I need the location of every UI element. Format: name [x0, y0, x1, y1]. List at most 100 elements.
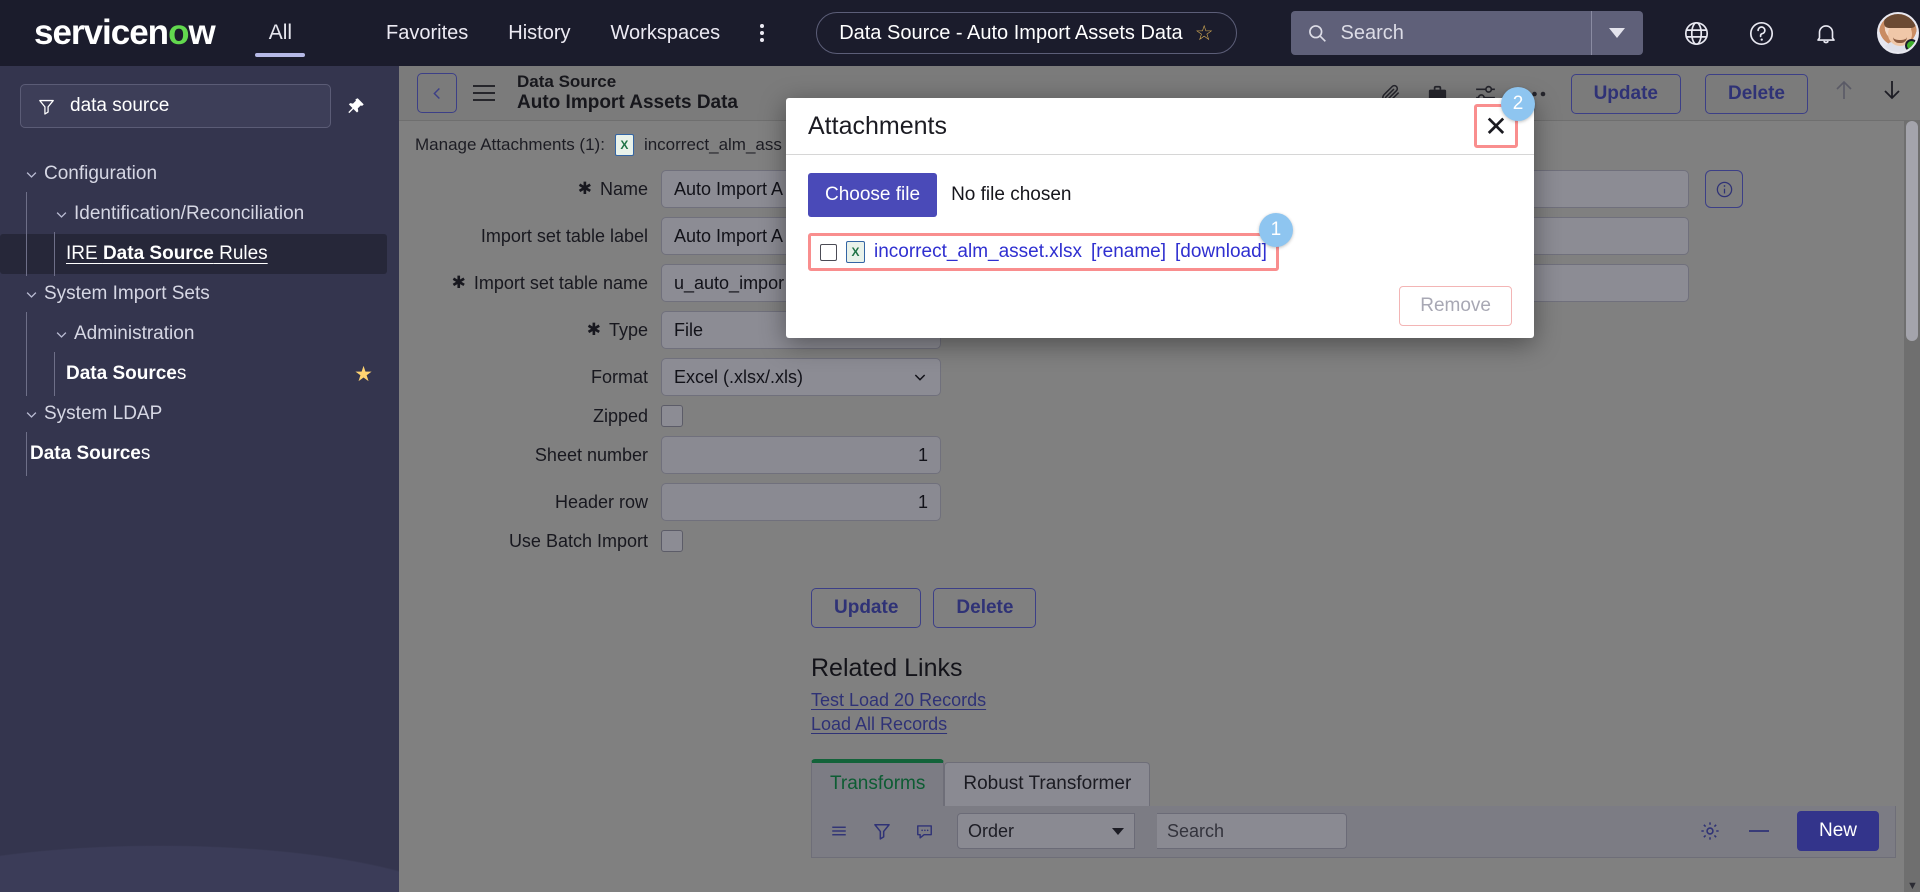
- attachment-rename-link[interactable]: [rename]: [1091, 241, 1166, 263]
- chevron-down-icon: [914, 374, 926, 381]
- tree-guide-line: [54, 232, 55, 276]
- close-icon[interactable]: ✕ 2: [1474, 87, 1535, 148]
- favorite-star-icon[interactable]: ☆: [1195, 21, 1214, 46]
- nav-history[interactable]: History: [508, 22, 570, 45]
- nav-workspaces[interactable]: Workspaces: [611, 22, 721, 45]
- sidebar-label-pre: IRE: [66, 243, 103, 264]
- all-menu-tab[interactable]: All: [257, 0, 304, 66]
- gear-icon[interactable]: [1699, 820, 1721, 842]
- avatar[interactable]: [1876, 12, 1919, 54]
- help-icon[interactable]: [1748, 20, 1775, 47]
- form-label-text: Type: [608, 319, 648, 340]
- attachment-download-link[interactable]: [download]: [1175, 241, 1267, 263]
- sidebar-label: Identification/Reconciliation: [74, 203, 305, 224]
- choose-file-button[interactable]: Choose file: [808, 173, 938, 217]
- form-row-zipped: Zipped: [399, 405, 1920, 427]
- back-button[interactable]: [417, 73, 457, 113]
- sidebar-label: System LDAP: [44, 403, 163, 424]
- related-link-load-all[interactable]: Load All Records: [811, 713, 1920, 737]
- attachments-dialog: Attachments ✕ 2 Choose file No file chos…: [786, 87, 1535, 338]
- format-select[interactable]: Excel (.xlsx/.xls): [661, 358, 941, 396]
- info-icon[interactable]: [1705, 170, 1743, 208]
- pin-icon[interactable]: [331, 96, 379, 117]
- update-button[interactable]: Update: [811, 588, 922, 628]
- global-search-input[interactable]: Search: [1290, 11, 1591, 55]
- filter-icon[interactable]: [872, 821, 892, 841]
- sidebar-item-system-import-sets[interactable]: System Import Sets: [0, 274, 399, 314]
- sidebar-filter-input[interactable]: data source: [20, 84, 331, 128]
- sidebar-item-data-sources-import[interactable]: Data Sources ★: [0, 352, 399, 396]
- current-record-pill[interactable]: Data Source - Auto Import Assets Data ☆: [816, 12, 1237, 54]
- globe-icon[interactable]: [1683, 20, 1710, 47]
- chevron-down-icon: [18, 287, 44, 302]
- related-links-title: Related Links: [811, 654, 963, 682]
- sidebar-label-match: Data Source: [66, 363, 177, 384]
- use-batch-import-checkbox[interactable]: [661, 530, 683, 552]
- sidebar-filter-value: data source: [70, 95, 170, 116]
- tab-transforms[interactable]: Transforms: [811, 758, 945, 806]
- delete-button[interactable]: Delete: [933, 588, 1037, 628]
- minimize-icon[interactable]: [1747, 828, 1771, 834]
- sidebar-item-ire-data-source-rules[interactable]: IRE Data Source Rules: [0, 232, 387, 276]
- sidebar-item-data-sources-ldap[interactable]: Data Sources: [0, 432, 399, 476]
- attachment-checkbox[interactable]: [820, 243, 837, 261]
- form-label-text: Use Batch Import: [508, 530, 648, 551]
- sidebar-label: IRE Data Source Rules: [66, 243, 268, 265]
- update-button-header[interactable]: Update: [1570, 73, 1681, 114]
- record-menu-icon[interactable]: [473, 85, 495, 101]
- nav-more-icon[interactable]: [760, 24, 765, 42]
- sheet-number-input[interactable]: 1: [661, 436, 941, 474]
- sidebar-label-post: Rules: [213, 243, 268, 264]
- manage-attachments-filename[interactable]: incorrect_alm_ass: [644, 135, 782, 155]
- sidebar-item-administration[interactable]: Administration: [0, 312, 399, 356]
- required-asterisk-icon: ✱: [577, 179, 592, 198]
- chevron-down-icon: [18, 167, 44, 182]
- zipped-checkbox[interactable]: [661, 405, 683, 427]
- scroll-down-icon[interactable]: ▼: [1907, 880, 1918, 892]
- nav-favorites[interactable]: Favorites: [386, 22, 468, 45]
- bell-icon[interactable]: [1813, 20, 1839, 46]
- sidebar-label: Configuration: [44, 163, 158, 184]
- sidebar-item-configuration[interactable]: Configuration: [0, 154, 399, 194]
- remove-button[interactable]: Remove: [1399, 286, 1512, 326]
- form-label-text: Import set table label: [480, 225, 648, 246]
- annotation-badge-1: 1: [1258, 213, 1293, 247]
- main-scrollbar[interactable]: ▲ ▼: [1904, 119, 1920, 892]
- servicenow-logo[interactable]: servicen o w: [34, 13, 216, 53]
- tab-robust-transformer[interactable]: Robust Transformer: [944, 761, 1151, 806]
- related-link-test-load[interactable]: Test Load 20 Records: [811, 689, 1920, 713]
- order-select-value: Order: [968, 820, 1015, 841]
- scrollbar-thumb[interactable]: [1906, 121, 1918, 341]
- order-select[interactable]: Order: [957, 813, 1135, 850]
- list-menu-icon[interactable]: [828, 822, 850, 840]
- logo-text-o: o: [168, 13, 189, 52]
- form-label-text: Sheet number: [534, 444, 648, 465]
- form-row-use-batch-import: Use Batch Import: [399, 530, 1920, 552]
- attachment-filename-link[interactable]: incorrect_alm_asset.xlsx: [874, 241, 1082, 263]
- required-asterisk-icon: ✱: [586, 320, 601, 339]
- tree-guide-line: [26, 232, 27, 276]
- header-icons: [1683, 12, 1919, 54]
- new-button[interactable]: New: [1796, 811, 1879, 852]
- sidebar-item-system-ldap[interactable]: System LDAP: [0, 394, 399, 434]
- top-navigation-bar: servicen o w All Favorites History Workspa…: [0, 0, 1920, 66]
- list-search-input[interactable]: Search: [1157, 813, 1347, 850]
- header-row-input[interactable]: 1: [661, 483, 941, 521]
- sidebar-item-identification-reconciliation[interactable]: Identification/Reconciliation: [0, 192, 399, 236]
- delete-button-header[interactable]: Delete: [1704, 73, 1808, 114]
- online-status-dot: [1904, 39, 1917, 52]
- list-search-placeholder: Search: [1167, 820, 1225, 841]
- sidebar-label-match: Data Source: [102, 243, 214, 264]
- sidebar-filter-row: data source: [0, 66, 399, 138]
- format-select-value: Excel (.xlsx/.xls): [674, 366, 804, 387]
- comment-icon[interactable]: [914, 822, 935, 841]
- global-search-placeholder: Search: [1340, 21, 1404, 44]
- favorite-star-icon[interactable]: ★: [354, 362, 373, 387]
- sidebar-label: System Import Sets: [44, 283, 210, 304]
- global-search-dropdown[interactable]: [1590, 11, 1643, 55]
- next-record-icon[interactable]: [1880, 77, 1904, 110]
- attachment-list-item[interactable]: incorrect_alm_asset.xlsx [rename] [downl…: [808, 213, 1293, 271]
- form-label-use-batch-import: Use Batch Import: [399, 531, 661, 552]
- previous-record-icon[interactable]: [1832, 77, 1856, 110]
- form-label-text: Name: [599, 178, 648, 199]
